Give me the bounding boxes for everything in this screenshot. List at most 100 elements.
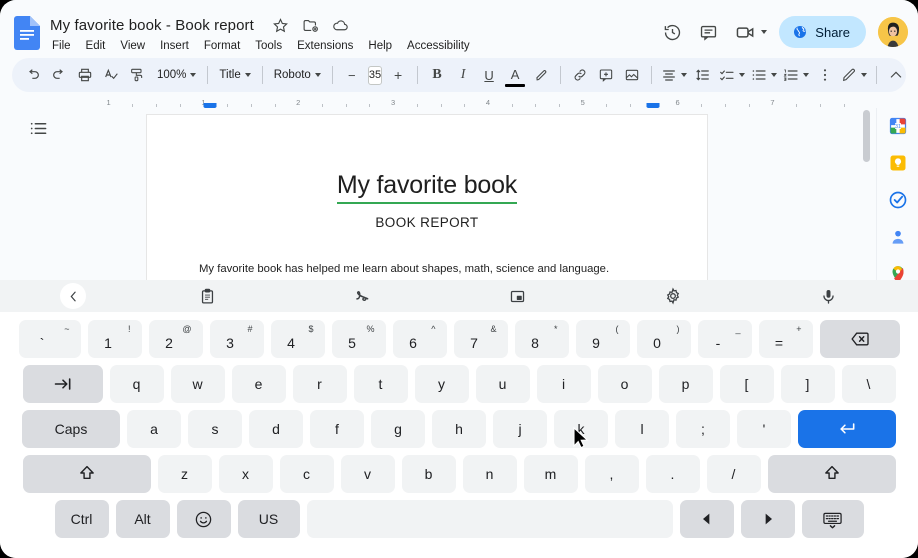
menu-extensions[interactable]: Extensions [295,39,355,53]
key-2[interactable]: 2 @ [148,320,203,358]
undo-icon[interactable] [20,62,46,88]
key-[interactable]: ` ~ [18,320,81,358]
menu-edit[interactable]: Edit [84,39,108,53]
underline-button[interactable]: U [476,62,502,88]
chevron-left-icon[interactable] [60,283,86,309]
meet-camera-icon[interactable] [729,17,771,47]
key-k[interactable]: k [554,410,608,448]
key-q[interactable]: q [109,365,164,403]
star-icon[interactable] [272,17,289,34]
key-j[interactable]: j [493,410,547,448]
settings-gear-icon[interactable] [660,283,686,309]
more-options-icon[interactable] [812,62,838,88]
align-center-icon[interactable] [658,62,690,88]
key-0[interactable]: 0) [636,320,691,358]
key-emoji[interactable] [176,500,231,538]
key-arrow-right[interactable] [740,500,795,538]
google-keep-icon[interactable] [888,153,908,173]
menu-tools[interactable]: Tools [253,39,284,53]
comment-icon[interactable] [693,17,723,47]
increase-font-size-button[interactable]: + [385,62,411,88]
clipboard-icon[interactable] [195,283,221,309]
key-tab[interactable] [22,365,103,403]
insert-image-icon[interactable] [619,62,645,88]
key-h[interactable]: h [432,410,486,448]
key-o[interactable]: o [597,365,652,403]
key-1[interactable]: 1! [87,320,142,358]
key-g[interactable]: g [371,410,425,448]
print-icon[interactable] [72,62,98,88]
key-[interactable]: \ [841,365,896,403]
key-t[interactable]: t [353,365,408,403]
key-5[interactable]: 5% [331,320,386,358]
key-w[interactable]: w [170,365,225,403]
version-history-icon[interactable] [657,17,687,47]
key-n[interactable]: n [462,455,517,493]
key-arrow-left[interactable] [679,500,734,538]
key-enter[interactable] [798,410,896,448]
key-9[interactable]: 9( [575,320,630,358]
checklist-icon[interactable] [716,62,748,88]
numbered-list-icon[interactable] [780,62,812,88]
zoom-level-selector[interactable]: 100% [152,62,201,88]
menu-format[interactable]: Format [202,39,242,53]
menu-help[interactable]: Help [366,39,394,53]
collapse-toolbar-icon[interactable] [883,62,909,88]
line-spacing-icon[interactable] [690,62,716,88]
handwriting-icon[interactable] [350,283,376,309]
user-avatar[interactable] [878,17,908,47]
key-[interactable]: , [584,455,639,493]
key-z[interactable]: z [157,455,212,493]
cloud-saved-icon[interactable] [332,17,349,34]
key-7[interactable]: 7 & [453,320,508,358]
key-us[interactable]: US [237,500,300,538]
key-p[interactable]: p [658,365,713,403]
key-space-bar[interactable] [306,500,673,538]
key-8[interactable]: 8 * [514,320,569,358]
key-b[interactable]: b [401,455,456,493]
key-[interactable]: ' [737,410,791,448]
key-s[interactable]: s [188,410,242,448]
document-title[interactable]: My favorite book - Book report [50,17,254,34]
move-to-folder-icon[interactable] [302,17,319,34]
bold-button[interactable]: B [424,62,450,88]
key-4[interactable]: 4 $ [270,320,325,358]
italic-button[interactable]: I [450,62,476,88]
floating-keyboard-icon[interactable] [505,283,531,309]
paint-format-icon[interactable] [124,62,150,88]
key-u[interactable]: u [475,365,530,403]
right-indent-marker[interactable] [646,99,660,108]
link-icon[interactable] [567,62,593,88]
google-calendar-icon[interactable]: 31 [888,116,908,136]
key-shift[interactable] [22,455,151,493]
spellcheck-icon[interactable] [98,62,124,88]
key-ctrl[interactable]: Ctrl [54,500,109,538]
key-a[interactable]: a [127,410,181,448]
font-family-selector[interactable]: Roboto [269,62,326,88]
highlighter-icon[interactable] [528,62,554,88]
key-alt[interactable]: Alt [115,500,170,538]
key-m[interactable]: m [523,455,578,493]
document-ruler[interactable]: 11234567 [0,94,918,108]
key-caps[interactable]: Caps [22,410,120,448]
menu-file[interactable]: File [50,39,73,53]
menu-insert[interactable]: Insert [158,39,191,53]
key-i[interactable]: i [536,365,591,403]
key-v[interactable]: v [340,455,395,493]
key-e[interactable]: e [231,365,286,403]
add-comment-icon[interactable] [593,62,619,88]
key-3[interactable]: 3 # [209,320,264,358]
menu-view[interactable]: View [118,39,147,53]
menu-accessibility[interactable]: Accessibility [405,39,472,53]
key-6[interactable]: 6 ^ [392,320,447,358]
paragraph-style-selector[interactable]: Title [214,62,255,88]
key-shift[interactable] [767,455,896,493]
editing-mode-pencil-icon[interactable] [838,62,870,88]
key-[interactable]: ; [676,410,730,448]
key-x[interactable]: x [218,455,273,493]
bulleted-list-icon[interactable] [748,62,780,88]
key-c[interactable]: c [279,455,334,493]
decrease-font-size-button[interactable]: − [339,62,365,88]
key-y[interactable]: y [414,365,469,403]
key-r[interactable]: r [292,365,347,403]
